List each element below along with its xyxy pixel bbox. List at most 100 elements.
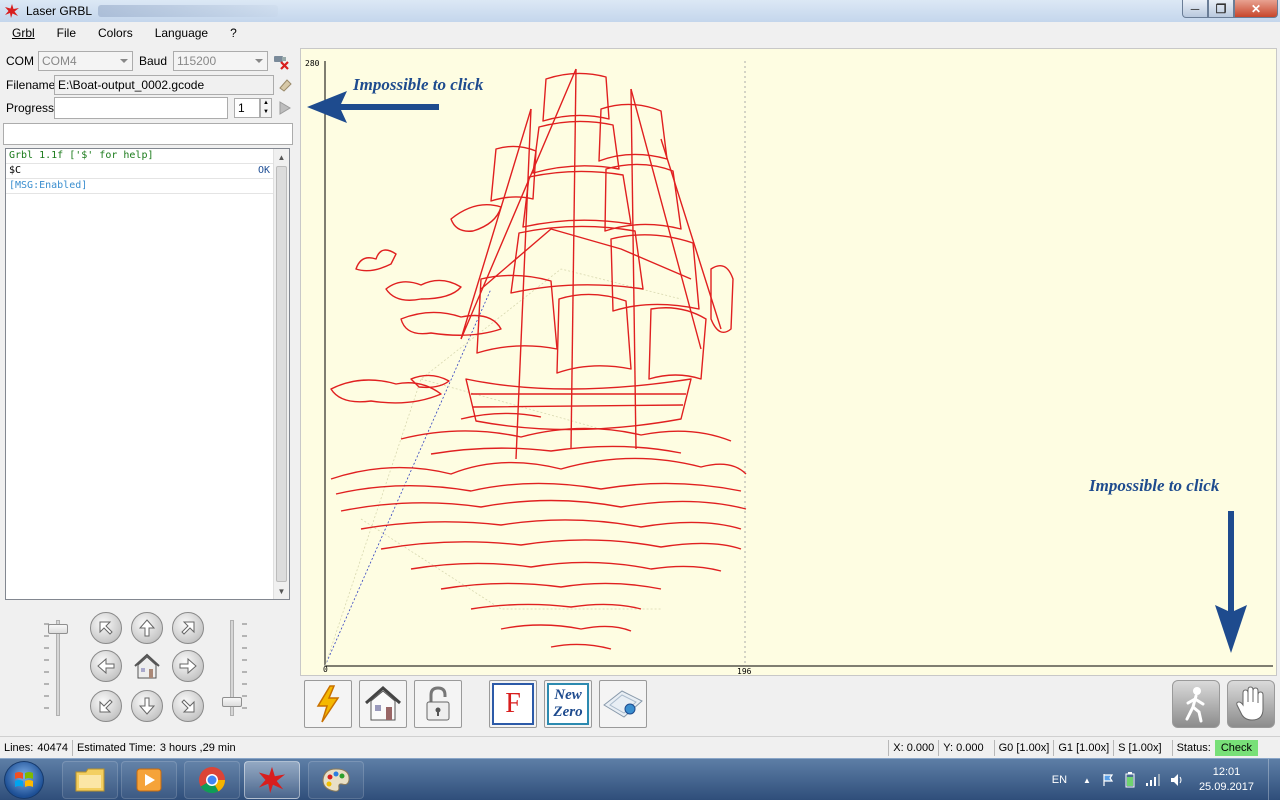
network-signal-icon[interactable] <box>1145 773 1161 787</box>
laser-fire-button[interactable] <box>304 680 352 728</box>
window-title: Laser GRBL <box>26 4 93 18</box>
taskbar-laser-grbl[interactable] <box>244 761 300 799</box>
lightning-icon <box>316 685 340 723</box>
home-icon <box>365 685 401 721</box>
run-button[interactable] <box>276 99 294 117</box>
com-select[interactable]: COM4 <box>38 51 133 71</box>
resume-button[interactable] <box>1172 680 1220 728</box>
progress-label: Progress <box>6 101 55 115</box>
jog-left-button[interactable] <box>90 650 122 682</box>
scroll-thumb[interactable] <box>276 166 287 582</box>
copies-stepper[interactable]: ▲ ▼ <box>260 98 272 118</box>
arrow-right-icon <box>179 657 197 675</box>
paint-palette-icon <box>322 768 350 792</box>
console-log[interactable]: Grbl 1.1f ['$' for help] $C OK [MSG:Enabled… <box>5 148 290 600</box>
menu-grbl[interactable]: Grbl <box>8 24 39 42</box>
status-badge: Check <box>1214 739 1258 756</box>
annotation-arrow-down-icon <box>1215 511 1247 653</box>
status-bar: Lines: 40474 Estimated Time: 3 hours ,29… <box>0 736 1280 758</box>
frame-icon <box>603 690 643 718</box>
jog-home-button[interactable] <box>131 650 163 682</box>
step-slider-thumb[interactable] <box>222 697 242 708</box>
speed-slider-ticks <box>44 623 49 709</box>
g1-override: G1 [1.00x] <box>1058 741 1110 754</box>
home-icon <box>134 653 160 679</box>
jog-right-button[interactable] <box>172 650 204 682</box>
jog-down-left-button[interactable] <box>90 690 122 722</box>
maximize-button[interactable]: ❐ <box>1208 0 1234 18</box>
preview-area: 280 196 0 Impossible to click Impossible… <box>300 46 1280 734</box>
taskbar-chrome[interactable] <box>184 761 240 799</box>
media-player-icon <box>136 768 162 792</box>
scroll-down-icon[interactable]: ▼ <box>274 583 289 599</box>
disconnect-icon <box>274 56 289 70</box>
speed-slider-track[interactable] <box>56 620 60 716</box>
jog-down-right-button[interactable] <box>172 690 204 722</box>
jog-down-button[interactable] <box>131 690 163 722</box>
clock-date: 25.09.2017 <box>1198 781 1254 793</box>
path-guide <box>324 288 492 667</box>
console-line: $C OK <box>6 164 273 179</box>
menu-file[interactable]: File <box>53 24 80 42</box>
language-indicator[interactable]: EN <box>1052 774 1067 786</box>
title-bar[interactable]: Laser GRBL ─ ❐ ✕ <box>0 0 1280 22</box>
stepper-down-icon[interactable]: ▼ <box>261 108 271 117</box>
chevron-down-icon <box>120 59 128 63</box>
disconnect-button[interactable] <box>272 52 290 70</box>
battery-icon[interactable] <box>1123 772 1137 788</box>
command-input[interactable] <box>3 123 293 145</box>
show-desktop-button[interactable] <box>1268 759 1280 800</box>
scroll-up-icon[interactable]: ▲ <box>274 149 289 165</box>
menu-language[interactable]: Language <box>151 24 212 42</box>
filename-field[interactable]: E:\Boat-output_0002.gcode <box>54 75 274 95</box>
stepper-up-icon[interactable]: ▲ <box>261 99 271 108</box>
console-lines: Grbl 1.1f ['$' for help] $C OK [MSG:Enabled… <box>6 149 273 599</box>
clock-time: 12:01 <box>1212 766 1241 778</box>
new-zero-label-1: New <box>554 687 582 703</box>
console-scrollbar[interactable]: ▲ ▼ <box>273 149 289 599</box>
chrome-icon <box>199 767 226 794</box>
jog-up-button[interactable] <box>131 612 163 644</box>
override-f-button[interactable]: F <box>489 680 537 728</box>
new-zero-button[interactable]: New Zero <box>544 680 592 728</box>
gcode-preview-canvas[interactable]: 280 196 0 Impossible to click Impossible… <box>300 48 1277 676</box>
volume-icon[interactable] <box>1169 773 1185 787</box>
frame-button[interactable] <box>599 680 647 728</box>
left-panel: COM COM4 Baud 115200 Filename E:\Boat-ou… <box>0 46 298 734</box>
menu-colors[interactable]: Colors <box>94 24 137 42</box>
taskbar-explorer[interactable] <box>62 761 118 799</box>
menu-help[interactable]: ? <box>226 24 241 42</box>
console-line-text: $C <box>9 165 22 176</box>
arrow-up-left-icon <box>99 621 113 635</box>
arrow-up-right-icon <box>181 621 195 635</box>
taskbar-paint[interactable] <box>308 761 364 799</box>
x-position: X: 0.000 <box>893 741 935 754</box>
system-tray: EN ▲ 12:01 25.09.2017 <box>1052 759 1280 800</box>
title-ghost-text <box>98 5 279 17</box>
close-button[interactable]: ✕ <box>1234 0 1278 18</box>
start-button[interactable] <box>4 761 44 799</box>
s-override: S [1.00x] <box>1118 741 1162 754</box>
action-center-flag-icon[interactable] <box>1101 773 1115 787</box>
taskbar-clock[interactable]: 12:01 25.09.2017 <box>1199 765 1254 795</box>
show-hidden-icons-icon[interactable]: ▲ <box>1083 776 1091 785</box>
windows-logo-icon <box>15 772 33 787</box>
y-max-label: 280 <box>305 59 320 68</box>
console-line-result: OK <box>257 165 270 176</box>
homing-button[interactable] <box>359 680 407 728</box>
jog-up-right-button[interactable] <box>172 612 204 644</box>
unlock-button[interactable] <box>414 680 462 728</box>
com-select-value: COM4 <box>42 54 77 68</box>
speed-slider-thumb[interactable] <box>48 624 68 635</box>
open-file-button[interactable] <box>276 76 294 94</box>
g0-override: G0 [1.00x] <box>998 741 1050 754</box>
jog-up-left-button[interactable] <box>90 612 122 644</box>
laser-app-icon <box>258 766 286 794</box>
minimize-button[interactable]: ─ <box>1182 0 1208 18</box>
x-max-label: 196 <box>737 667 752 676</box>
taskbar-media-player[interactable] <box>121 761 177 799</box>
stop-button[interactable] <box>1227 680 1275 728</box>
copies-field[interactable]: 1 <box>234 98 260 118</box>
baud-select[interactable]: 115200 <box>173 51 268 71</box>
menu-bar: Grbl File Colors Language ? <box>0 22 1280 44</box>
